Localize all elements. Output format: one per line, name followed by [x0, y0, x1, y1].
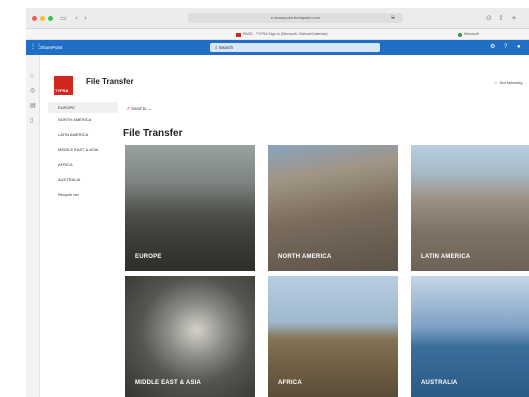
back-arrow-icon[interactable]: ‹ [75, 14, 78, 22]
app-rail: ⌂ ◎ ▤ ▯ [26, 55, 40, 397]
tile-latin-america[interactable]: LATIN AMERICA [411, 145, 529, 271]
tile-australia[interactable]: AUSTRALIA [411, 276, 529, 397]
bookmarks-bar: PAGE - TYPSA Sign-In (Microsoft, Outlook… [26, 29, 529, 40]
tile-north-america[interactable]: NORTH AMERICA [268, 145, 398, 271]
download-icon[interactable]: ⊙ [486, 14, 492, 22]
share-icon[interactable]: ⇧ [498, 14, 504, 22]
maximize-window-button[interactable] [48, 16, 53, 21]
suite-bar: ⋮⋮ SharePoint ⌕ Search ⚙ ? ● [26, 40, 529, 55]
send-to-label: Send to [131, 106, 147, 111]
page-title: File Transfer [123, 128, 183, 139]
tile-label: NORTH AMERICA [278, 254, 332, 260]
help-icon[interactable]: ? [504, 44, 507, 51]
site-navigation: EUROPE NORTH AMERICA LATIN AMERICA MIDDL… [48, 102, 118, 207]
browser-toolbar: ▭ ‹ › ◐ e.sharepoint.thelapoint.com ⬓ ⊙ … [26, 8, 529, 29]
tile-middle-east-asia[interactable]: MIDDLE EAST & ASIA [125, 276, 255, 397]
settings-icon[interactable]: ⚙ [490, 44, 495, 51]
nav-item-latin-america[interactable]: LATIN AMERICA [48, 132, 118, 147]
search-placeholder: Search [218, 45, 234, 50]
send-to-button[interactable]: ↗ Send to ⌄ [126, 106, 152, 112]
nav-item-north-america[interactable]: NORTH AMERICA [48, 117, 118, 132]
typsa-favicon-icon [236, 32, 241, 37]
home-icon[interactable]: ⌂ [30, 73, 34, 80]
nav-item-recycle-bin[interactable]: Recycle bin [48, 192, 118, 207]
active-tab-title: PAGE - TYPSA Sign-In (Microsoft, Outlook… [243, 32, 328, 36]
tile-label: AFRICA [278, 380, 302, 386]
search-box[interactable]: ⌕ Search [210, 43, 380, 52]
new-tab-icon[interactable]: + [511, 14, 517, 22]
chevron-down-icon: ⌄ [146, 106, 152, 111]
document-icon[interactable]: ▯ [30, 118, 33, 125]
star-icon: ☆ [494, 80, 498, 85]
address-bar-url: e.sharepoint.thelapoint.com [270, 15, 321, 20]
nav-item-europe[interactable]: EUROPE [48, 102, 118, 117]
tile-europe[interactable]: EUROPE [125, 145, 255, 271]
tile-label: MIDDLE EAST & ASIA [135, 380, 202, 386]
extension-icon[interactable]: ⬓ [391, 14, 395, 19]
nav-item-australia[interactable]: AUSTRALIA [48, 177, 118, 192]
follow-button[interactable]: ☆ Not following [494, 80, 523, 85]
avatar[interactable]: ● [517, 44, 521, 51]
microsoft-favicon-icon [458, 32, 462, 37]
app-name[interactable]: SharePoint [40, 44, 62, 51]
follow-label: Not following [499, 80, 523, 85]
active-tab[interactable]: PAGE - TYPSA Sign-In (Microsoft, Outlook… [236, 31, 328, 38]
nav-item-middle-east-asia[interactable]: MIDDLE EAST & ASIA [48, 147, 118, 162]
tile-label: LATIN AMERICA [421, 254, 471, 260]
site-title[interactable]: File Transfer [86, 77, 134, 87]
bookmark-item[interactable]: Microsoft [458, 31, 479, 38]
address-bar[interactable]: e.sharepoint.thelapoint.com [188, 13, 403, 23]
site-logo-text: TYPSA [55, 88, 69, 93]
sidebar-toggle-icon[interactable]: ▭ [60, 14, 67, 22]
tile-africa[interactable]: AFRICA [268, 276, 398, 397]
bookmark-item-label: Microsoft [464, 32, 479, 36]
tile-label: AUSTRALIA [421, 380, 458, 386]
globe-icon[interactable]: ◎ [30, 88, 35, 95]
forward-arrow-icon[interactable]: › [84, 14, 87, 22]
news-icon[interactable]: ▤ [30, 103, 36, 110]
nav-item-africa[interactable]: AFRICA [48, 162, 118, 177]
minimize-window-button[interactable] [40, 16, 45, 21]
browser-window: ▭ ‹ › ◐ e.sharepoint.thelapoint.com ⬓ ⊙ … [26, 8, 529, 397]
window-controls [32, 16, 53, 21]
tile-label: EUROPE [135, 254, 162, 260]
close-window-button[interactable] [32, 16, 37, 21]
